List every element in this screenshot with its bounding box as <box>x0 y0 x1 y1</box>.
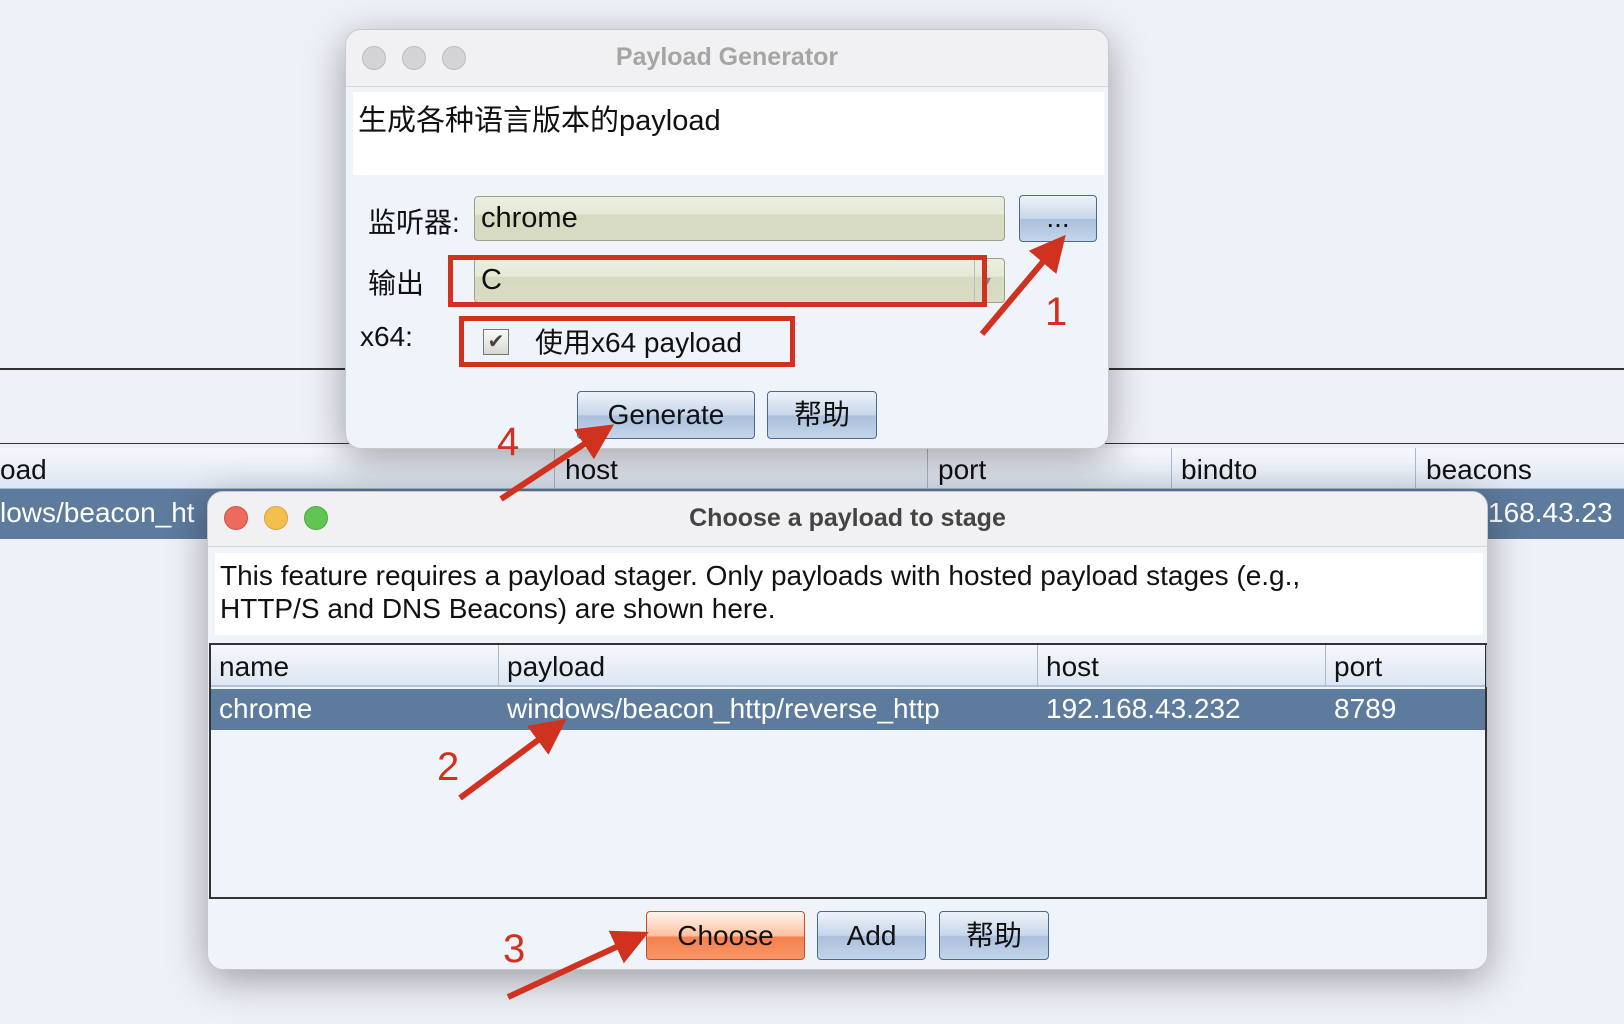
annotation-arrows <box>458 234 1066 1000</box>
step-label: 1 <box>1045 290 1068 334</box>
step-label: 4 <box>497 420 520 464</box>
step-label: 3 <box>503 927 526 971</box>
arrow-step3 <box>506 930 649 1000</box>
step-label: 2 <box>437 745 460 789</box>
arrow-step2 <box>458 718 567 801</box>
